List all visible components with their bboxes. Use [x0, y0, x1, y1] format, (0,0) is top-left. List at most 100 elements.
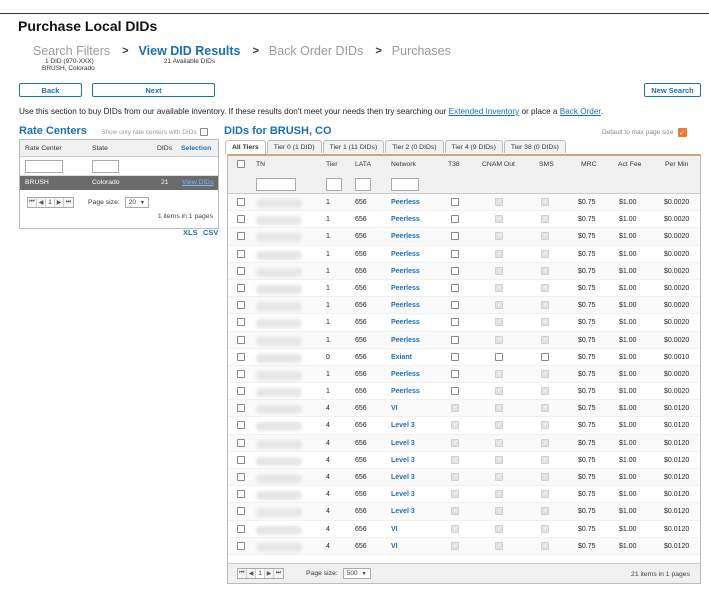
- row-select-checkbox[interactable]: [237, 438, 245, 447]
- show-only-checkbox[interactable]: [199, 128, 208, 136]
- first-page-icon[interactable]: ⏮: [28, 198, 37, 207]
- did-row[interactable]: 4 656 Level 3 $0.75 $1.00 $0.0120: [228, 434, 700, 452]
- col-act-fee[interactable]: Act Fee: [618, 161, 641, 168]
- row-select-checkbox[interactable]: [237, 249, 245, 258]
- page-number[interactable]: 1: [46, 198, 55, 207]
- did-row[interactable]: 1 656 Peerless $0.75 $1.00 $0.0020: [228, 383, 700, 401]
- did-row[interactable]: 0 656 Exiant $0.75 $1.00 $0.0010: [228, 349, 700, 366]
- row-select-checkbox[interactable]: [237, 421, 245, 430]
- row-select-checkbox[interactable]: [237, 198, 245, 206]
- tab-tier-4[interactable]: Tier 4 (9 DIDs): [444, 140, 503, 153]
- did-row[interactable]: 1 656 Peerless $0.75 $1.00 $0.0020: [228, 365, 700, 384]
- tab-tier-38[interactable]: Tier 38 (0 DIDs): [503, 140, 566, 153]
- col-tn[interactable]: TN: [256, 161, 265, 168]
- did-network[interactable]: Peerless: [391, 337, 420, 344]
- did-row[interactable]: 1 656 Peerless $0.75 $1.00 $0.0020: [228, 228, 700, 246]
- back-button[interactable]: Back: [19, 83, 82, 97]
- did-row[interactable]: 4 656 VI $0.75 $1.00 $0.0120: [228, 400, 700, 418]
- col-per-min[interactable]: Per Min: [665, 161, 688, 168]
- row-select-checkbox[interactable]: [237, 352, 245, 361]
- row-select-checkbox[interactable]: [237, 473, 245, 481]
- lata-filter-input[interactable]: [355, 178, 371, 191]
- did-row[interactable]: 1 656 Peerless $0.75 $1.00 $0.0020: [228, 211, 700, 229]
- did-network[interactable]: Level 3: [391, 440, 415, 447]
- view-dids-link[interactable]: View DIDs: [182, 179, 214, 186]
- col-dids[interactable]: DIDs: [157, 145, 172, 152]
- did-network[interactable]: Exiant: [391, 354, 412, 361]
- did-network[interactable]: Peerless: [391, 251, 420, 258]
- page-number[interactable]: 1: [256, 569, 265, 578]
- prev-page-icon[interactable]: ◀: [37, 198, 46, 207]
- col-tier[interactable]: Tier: [326, 161, 337, 168]
- rate-center-row[interactable]: BRUSH Colorado 21 View DIDs: [20, 176, 218, 190]
- did-network[interactable]: Level 3: [391, 491, 415, 498]
- default-max-checkbox[interactable]: ✓: [677, 128, 687, 137]
- did-row[interactable]: 4 656 Level 3 $0.75 $1.00 $0.0120: [228, 503, 700, 521]
- row-select-checkbox[interactable]: [237, 232, 245, 241]
- row-select-checkbox[interactable]: [237, 490, 245, 499]
- did-network[interactable]: VI: [391, 405, 398, 412]
- extended-inventory-link[interactable]: Extended Inventory: [449, 107, 520, 116]
- row-select-checkbox[interactable]: [237, 455, 245, 464]
- prev-page-icon[interactable]: ◀: [247, 569, 256, 578]
- row-select-checkbox[interactable]: [237, 404, 245, 413]
- col-cnam[interactable]: CNAM Out: [482, 161, 515, 168]
- xls-export-link[interactable]: XLS: [183, 228, 198, 237]
- first-page-icon[interactable]: ⏮: [238, 569, 247, 578]
- did-row[interactable]: 1 656 Peerless $0.75 $1.00 $0.0020: [228, 194, 700, 212]
- did-network[interactable]: Peerless: [391, 268, 420, 275]
- last-page-icon[interactable]: ⏭: [274, 569, 283, 578]
- tab-tier-1[interactable]: Tier 1 (11 DIDs): [322, 140, 385, 153]
- tn-filter-input[interactable]: [256, 178, 296, 191]
- did-row[interactable]: 4 656 Level 3 $0.75 $1.00 $0.0120: [228, 486, 700, 504]
- new-search-button[interactable]: New Search: [644, 83, 701, 97]
- col-mrc[interactable]: MRC: [581, 161, 596, 168]
- did-row[interactable]: 1 656 Peerless $0.75 $1.00 $0.0020: [228, 297, 700, 315]
- row-select-checkbox[interactable]: [237, 524, 245, 533]
- did-network[interactable]: Peerless: [391, 302, 420, 309]
- did-network[interactable]: Peerless: [391, 388, 420, 395]
- network-filter-input[interactable]: [391, 178, 419, 191]
- row-select-checkbox[interactable]: [237, 387, 245, 396]
- did-network[interactable]: VI: [391, 526, 398, 533]
- tab-all-tiers[interactable]: All Tiers: [225, 140, 266, 154]
- next-page-icon[interactable]: ▶: [55, 198, 64, 207]
- did-network[interactable]: Peerless: [391, 319, 420, 326]
- did-network[interactable]: Level 3: [391, 457, 415, 464]
- show-only-with-dids[interactable]: Show only rate centers with DIDs: [101, 128, 208, 136]
- did-network[interactable]: Peerless: [391, 285, 420, 292]
- back-order-link[interactable]: Back Order: [560, 107, 601, 116]
- did-network[interactable]: Level 3: [391, 508, 415, 515]
- col-network[interactable]: Network: [391, 161, 416, 168]
- did-row[interactable]: 4 656 VI $0.75 $1.00 $0.0120: [228, 537, 700, 555]
- last-page-icon[interactable]: ⏭: [64, 198, 73, 207]
- did-row[interactable]: 1 656 Peerless $0.75 $1.00 $0.0020: [228, 262, 700, 280]
- row-select-checkbox[interactable]: [237, 283, 245, 292]
- row-select-checkbox[interactable]: [237, 215, 245, 224]
- next-button[interactable]: Next: [92, 83, 215, 97]
- page-size-select[interactable]: 500 ▼: [342, 568, 371, 579]
- row-select-checkbox[interactable]: [237, 266, 245, 275]
- step-search-filters[interactable]: Search Filters 1 DID (970-XXX) BRUSH, Co…: [33, 44, 110, 72]
- page-size-select[interactable]: 20 ▼: [124, 197, 149, 208]
- row-select-checkbox[interactable]: [237, 335, 245, 344]
- col-state[interactable]: State: [92, 145, 108, 152]
- did-network[interactable]: Peerless: [391, 233, 420, 240]
- row-select-checkbox[interactable]: [237, 369, 245, 378]
- tab-tier-2[interactable]: Tier 2 (0 DIDs): [385, 140, 444, 153]
- col-lata[interactable]: LATA: [355, 161, 371, 168]
- did-network[interactable]: Peerless: [391, 199, 420, 206]
- default-max-page-size[interactable]: Default to max page size ✓: [602, 128, 687, 137]
- col-rate-center[interactable]: Rate Center: [25, 145, 62, 152]
- did-row[interactable]: 4 656 Level 3 $0.75 $1.00 $0.0120: [228, 469, 700, 487]
- col-t38[interactable]: T38: [448, 161, 460, 168]
- rate-center-filter-input[interactable]: [25, 160, 63, 173]
- row-select-checkbox[interactable]: [237, 541, 245, 550]
- did-row[interactable]: 1 656 Peerless $0.75 $1.00 $0.0020: [228, 314, 700, 332]
- row-select-checkbox[interactable]: [237, 301, 245, 310]
- col-sms[interactable]: SMS: [539, 161, 554, 168]
- next-page-icon[interactable]: ▶: [265, 569, 274, 578]
- did-row[interactable]: 1 656 Peerless $0.75 $1.00 $0.0020: [228, 331, 700, 349]
- did-row[interactable]: 4 656 Level 3 $0.75 $1.00 $0.0120: [228, 452, 700, 469]
- did-network[interactable]: Level 3: [391, 422, 415, 429]
